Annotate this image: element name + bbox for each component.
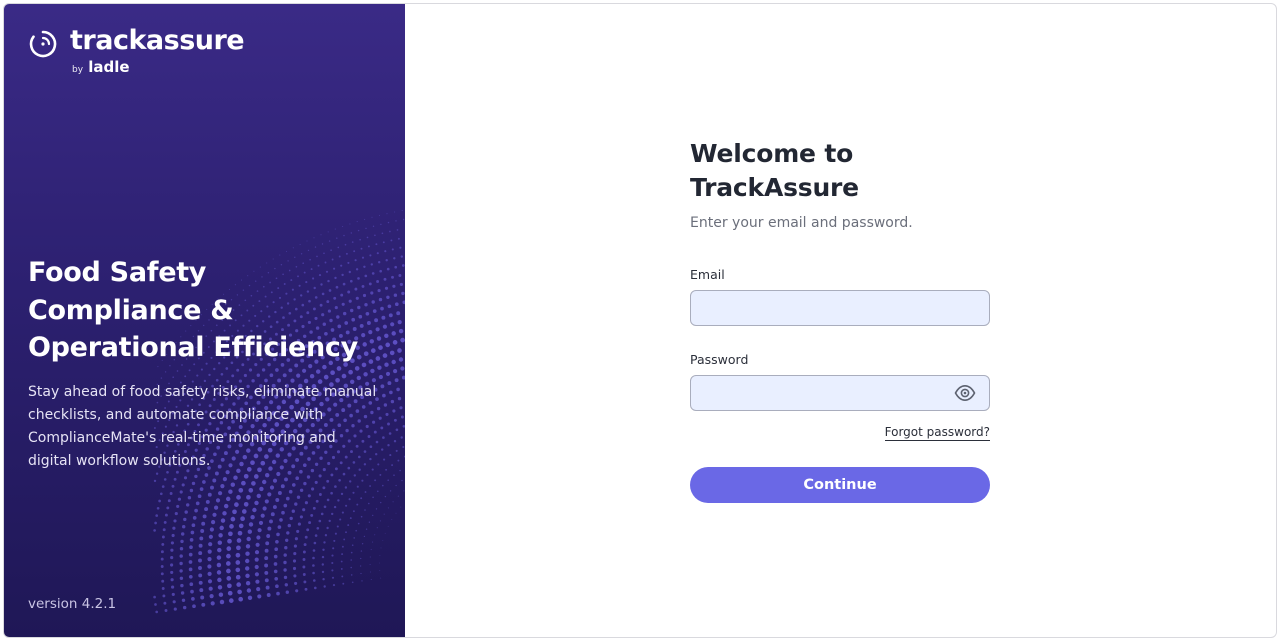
password-field-wrapper — [690, 375, 990, 411]
version-label: version 4.2.1 — [28, 596, 117, 612]
brand-logo: trackassure by ladle — [28, 25, 245, 76]
forgot-password-link[interactable]: Forgot password? — [884, 425, 990, 441]
brand-parent: ladle — [88, 58, 130, 76]
password-label: Password — [690, 352, 749, 367]
email-field-wrapper — [690, 290, 990, 326]
brand-name: trackassure — [70, 25, 245, 56]
eye-icon[interactable] — [954, 384, 976, 402]
brand-by-text: by — [72, 65, 84, 75]
email-field[interactable] — [690, 290, 990, 326]
continue-button[interactable]: Continue — [690, 467, 990, 503]
form-title: Welcome to TrackAssure — [690, 139, 859, 202]
hero-title: Food Safety Compliance & Operational Eff… — [28, 257, 358, 363]
brand-byline: by ladle — [72, 58, 244, 76]
hero-panel: trackassure by ladle Food Safety Complia… — [4, 4, 405, 637]
email-label: Email — [690, 267, 725, 282]
login-form: Welcome to TrackAssure Enter your email … — [690, 137, 990, 503]
hero-description: Stay ahead of food safety risks, elimina… — [28, 384, 377, 469]
password-field[interactable] — [690, 375, 990, 411]
form-subtitle: Enter your email and password. — [690, 215, 913, 231]
login-window: trackassure by ladle Food Safety Complia… — [3, 3, 1277, 638]
forgot-row: Forgot password? — [690, 421, 990, 441]
circle-gauge-icon — [29, 30, 57, 58]
